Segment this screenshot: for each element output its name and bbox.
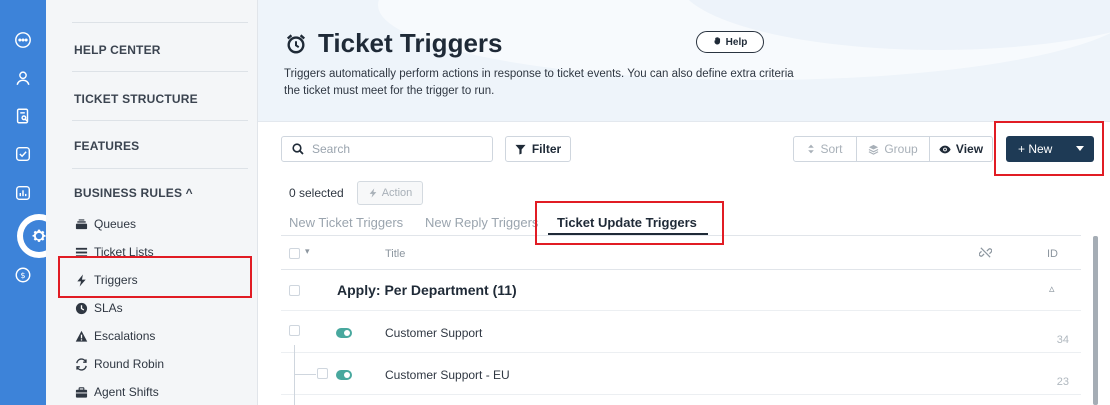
tree-connector: [294, 345, 295, 405]
sort-icon: [808, 144, 815, 154]
sort-button-label: Sort: [820, 142, 843, 156]
help-button[interactable]: Help: [696, 31, 764, 53]
row-title[interactable]: Customer Support: [385, 326, 482, 340]
sort-button[interactable]: Sort: [793, 136, 857, 162]
sidebar-divider: [72, 120, 248, 121]
user-icon[interactable]: [11, 66, 35, 90]
chat-icon[interactable]: [11, 28, 35, 52]
enabled-toggle[interactable]: [336, 328, 352, 338]
warning-icon: [74, 329, 88, 343]
layers-icon: [868, 144, 879, 155]
app-rail: $: [0, 0, 46, 405]
action-button[interactable]: Action: [357, 181, 423, 205]
action-button-label: Action: [381, 187, 413, 199]
search-icon: [292, 143, 304, 155]
column-header-id[interactable]: ID: [1047, 248, 1058, 260]
clock-icon: [74, 301, 88, 315]
sidebar-divider: [72, 22, 248, 23]
row-title[interactable]: Customer Support - EU: [385, 368, 510, 382]
row-id: 23: [1056, 376, 1069, 388]
group-button-label: Group: [884, 142, 918, 156]
table-row[interactable]: Customer Support - EU 23: [281, 353, 1081, 395]
enabled-toggle[interactable]: [336, 370, 352, 380]
sidebar-item-agent-shifts[interactable]: Agent Shifts: [74, 382, 159, 402]
column-header-title[interactable]: Title: [385, 248, 405, 260]
page-title-text: Ticket Triggers: [318, 28, 503, 58]
view-button[interactable]: View: [929, 136, 993, 162]
hand-icon: [713, 36, 722, 48]
highlight-ticket-update-tab: [535, 201, 724, 245]
sidebar-item-label: Queues: [94, 217, 137, 231]
bolt-icon: [369, 188, 377, 198]
tasks-icon[interactable]: [11, 142, 35, 166]
billing-icon[interactable]: $: [11, 263, 35, 287]
filter-button[interactable]: Filter: [505, 136, 571, 162]
search-input[interactable]: Search: [281, 136, 493, 162]
sidebar-item-slas[interactable]: SLAs: [74, 298, 123, 318]
tab-new-reply-triggers[interactable]: New Reply Triggers: [425, 215, 538, 230]
unlink-icon[interactable]: [978, 246, 993, 262]
sidebar-item-round-robin[interactable]: Round Robin: [74, 354, 164, 374]
svg-text:$: $: [20, 270, 25, 280]
group-title: Apply: Per Department (11): [337, 282, 517, 298]
filter-icon: [515, 144, 526, 155]
group-checkbox[interactable]: [289, 285, 300, 296]
page-header: Ticket Triggers Help Triggers automatica…: [258, 0, 1110, 122]
highlight-triggers: [58, 256, 252, 298]
knowledge-icon[interactable]: [11, 104, 35, 128]
sidebar-section-ticket-structure[interactable]: TICKET STRUCTURE: [74, 92, 198, 106]
collapse-chevron-icon[interactable]: ▵: [1049, 282, 1055, 295]
reports-icon[interactable]: [11, 181, 35, 205]
selected-count: 0 selected: [289, 186, 344, 200]
sidebar-section-business-rules[interactable]: BUSINESS RULES ^: [74, 186, 193, 200]
table-row[interactable]: Customer Support 34: [281, 311, 1081, 353]
select-all-dropdown-icon[interactable]: ▾: [305, 246, 310, 257]
highlight-new-button: [994, 121, 1104, 176]
help-button-label: Help: [725, 36, 748, 48]
eye-icon: [939, 145, 951, 153]
filter-button-label: Filter: [531, 142, 562, 156]
tab-new-ticket-triggers[interactable]: New Ticket Triggers: [289, 215, 403, 230]
rotate-icon: [74, 357, 88, 371]
sidebar-item-queues[interactable]: Queues: [74, 214, 136, 234]
table-scrollbar[interactable]: [1093, 236, 1098, 405]
row-checkbox[interactable]: [317, 368, 328, 379]
sidebar-section-features[interactable]: FEATURES: [74, 139, 139, 153]
row-checkbox[interactable]: [289, 325, 300, 336]
sidebar-section-help-center[interactable]: HELP CENTER: [74, 43, 161, 57]
select-all-checkbox[interactable]: [289, 248, 300, 259]
search-placeholder: Search: [312, 142, 351, 156]
row-id: 34: [1056, 334, 1069, 346]
page-title: Ticket Triggers: [284, 28, 503, 59]
stack-icon: [74, 217, 88, 231]
tree-connector: [294, 374, 316, 375]
sidebar-divider: [72, 71, 248, 72]
alarm-clock-icon: [284, 32, 308, 56]
admin-sidebar: HELP CENTER TICKET STRUCTURE FEATURES BU…: [46, 0, 258, 405]
view-button-label: View: [955, 142, 984, 156]
sidebar-divider: [72, 168, 248, 169]
page-description: Triggers automatically perform actions i…: [284, 68, 794, 97]
sidebar-item-label: SLAs: [94, 301, 123, 315]
table-group-row[interactable]: Apply: Per Department (11) ▵: [281, 270, 1081, 311]
sidebar-item-label: Agent Shifts: [94, 385, 159, 399]
group-button[interactable]: Group: [856, 136, 930, 162]
sidebar-item-label: Escalations: [94, 329, 156, 343]
briefcase-icon: [74, 385, 88, 399]
sidebar-item-escalations[interactable]: Escalations: [74, 326, 155, 346]
sidebar-item-label: Round Robin: [94, 357, 165, 371]
